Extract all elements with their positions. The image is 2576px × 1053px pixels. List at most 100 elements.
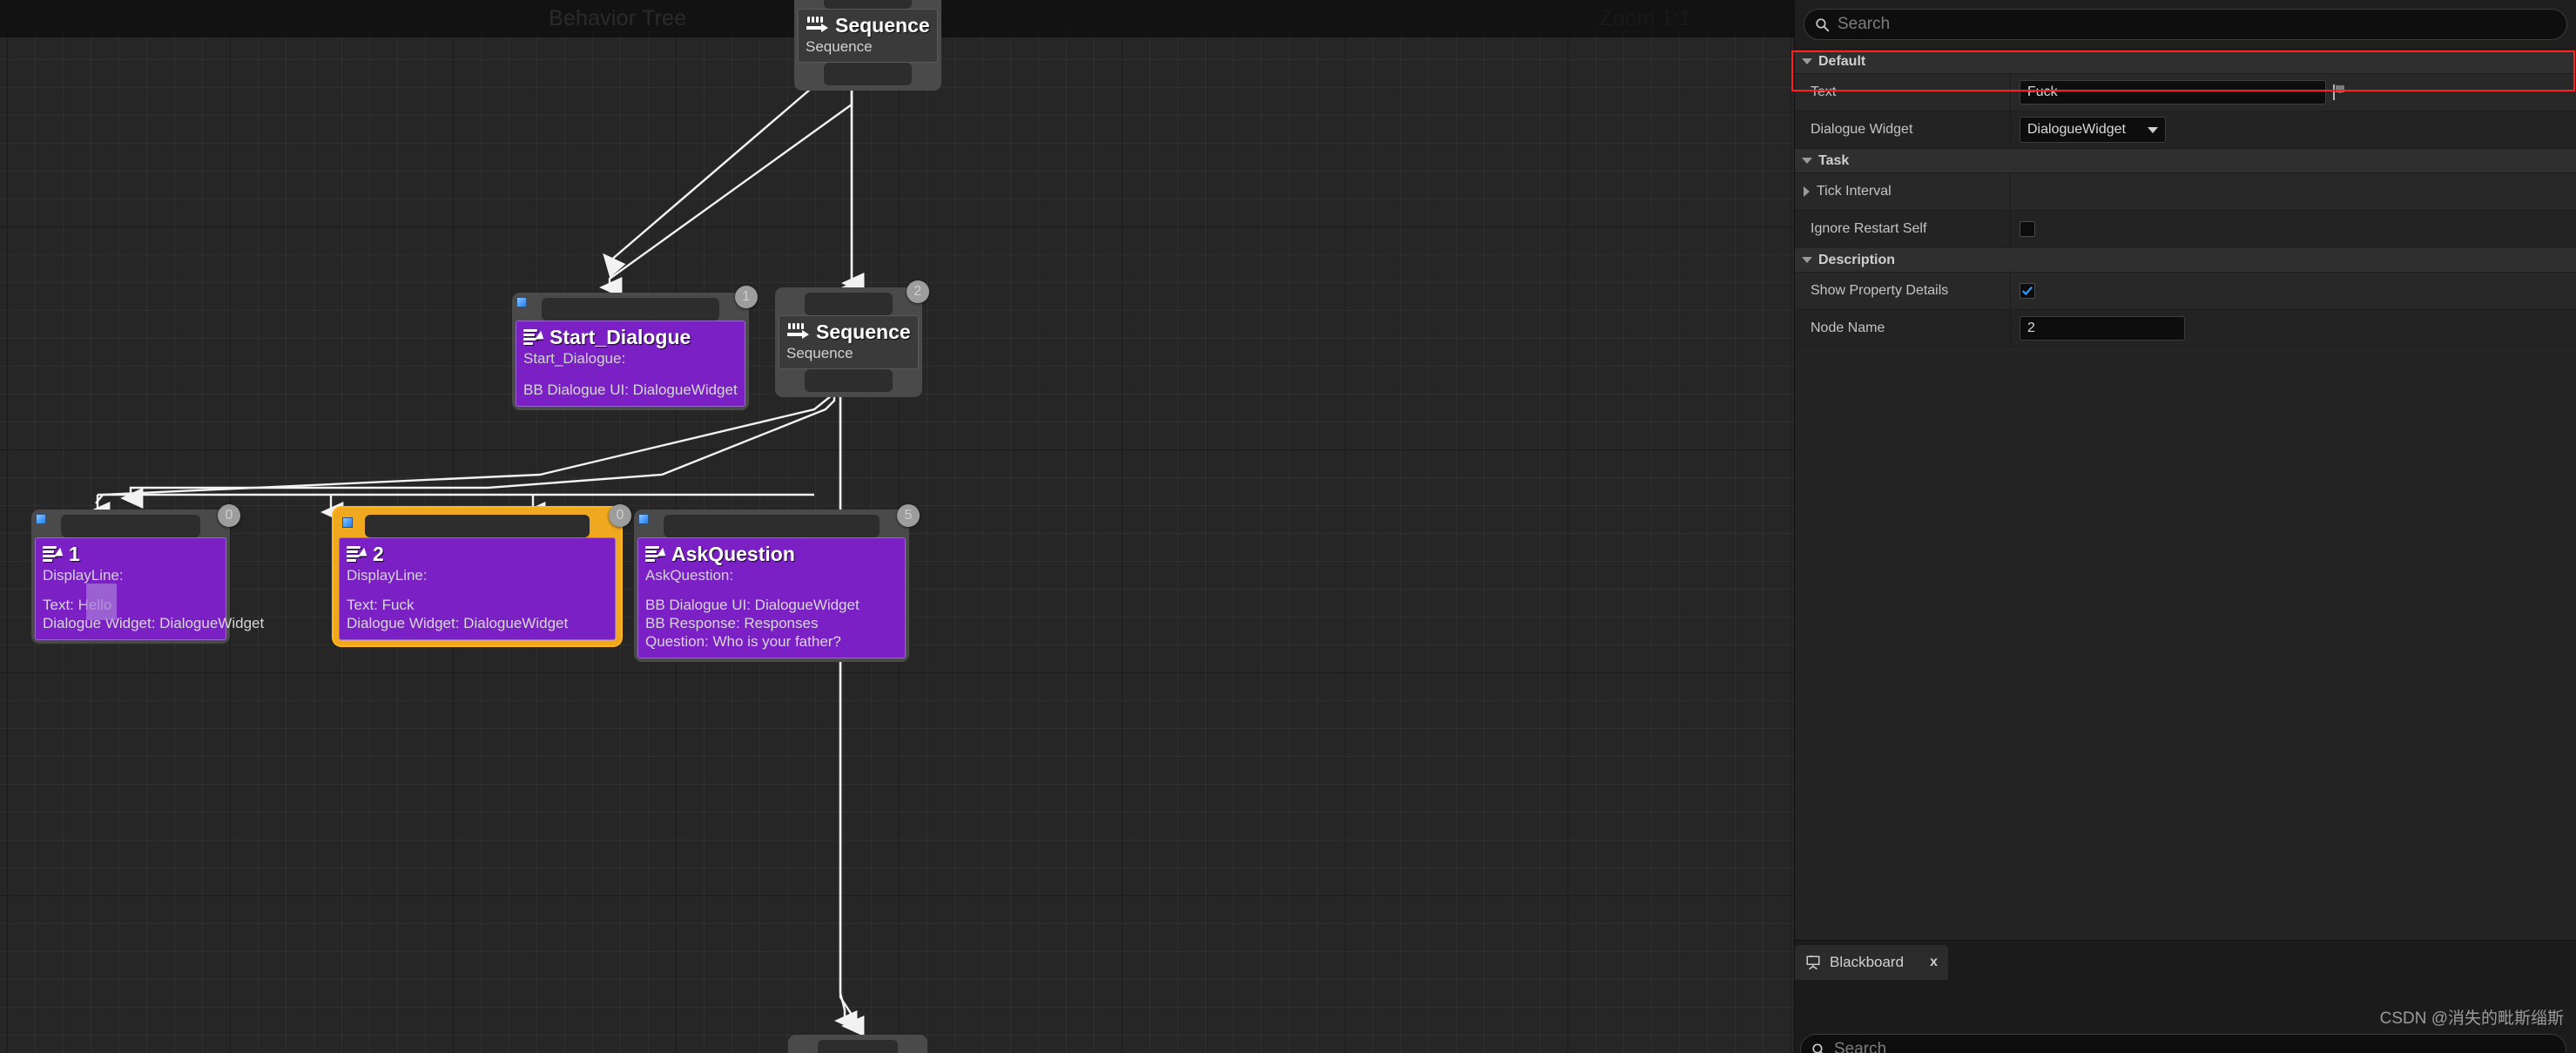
category-label: Task — [1818, 152, 1850, 168]
node-properties: Text: Fuck Dialogue Widget: DialogueWidg… — [347, 597, 608, 632]
chevron-down-icon — [1802, 58, 1812, 64]
tab-blackboard[interactable]: Blackboard x — [1795, 945, 1948, 980]
node-offscreen-bottom[interactable] — [788, 1035, 927, 1053]
node-name-field[interactable]: 2 — [2020, 316, 2185, 341]
blackboard-dock: Blackboard x Search — [1795, 940, 2576, 1053]
node-input-port[interactable] — [542, 298, 719, 321]
property-value: Fuck — [2011, 74, 2576, 111]
sequence-icon — [806, 17, 828, 34]
behavior-tree-graph-canvas[interactable]: Behavior Tree Zoom 1:1 — [0, 0, 1794, 1053]
chevron-down-icon — [1802, 158, 1812, 164]
property-label: Tick Interval — [1817, 184, 1892, 199]
node-title: Sequence — [816, 321, 911, 343]
node-body[interactable]: Sequence Sequence — [798, 9, 938, 64]
node-output-port[interactable] — [805, 369, 893, 393]
flag-icon[interactable] — [2331, 84, 2347, 101]
dialogue-widget-dropdown[interactable]: DialogueWidget — [2020, 117, 2166, 143]
node-property-line: BB Response: Responses — [645, 615, 819, 632]
floating-sequence-node[interactable]: Sequence Sequence — [794, 0, 941, 91]
category-header-description[interactable]: Description — [1795, 248, 2576, 273]
search-icon — [1816, 17, 1830, 31]
node-sequence-mid[interactable]: 2 Sequence Sequence — [775, 280, 929, 398]
node-display-line-1[interactable]: 0 1 DisplayLine: Text: Hello Dialogue Wi… — [31, 504, 264, 644]
category-label: Default — [1818, 53, 1866, 69]
details-panel: Search Default Text Fuck Dialogue Widget… — [1791, 0, 2576, 1053]
node-display-line-2[interactable]: 0 2 DisplayLine: Text: Fuck Dialogue Wid… — [334, 504, 631, 645]
behavior-tree-editor: Behavior Tree Zoom 1:1 — [0, 0, 2576, 1053]
node-property-line: BB Dialogue UI: DialogueWidget — [645, 597, 860, 614]
node-input-port[interactable] — [818, 1040, 898, 1053]
property-rows: Default Text Fuck Dialogue Widget Dialog… — [1795, 50, 2576, 348]
category-header-task[interactable]: Task — [1795, 149, 2576, 173]
node-shell-selected[interactable]: 2 DisplayLine: Text: Fuck Dialogue Widge… — [334, 508, 621, 645]
search-placeholder: Search — [1838, 15, 1891, 33]
task-icon — [523, 328, 547, 346]
node-title: Sequence — [835, 14, 930, 37]
node-title: 1 — [69, 543, 80, 565]
text-field[interactable]: Fuck — [2020, 80, 2326, 105]
property-label-wrap[interactable]: Tick Interval — [1795, 173, 2011, 210]
node-index-badge: 5 — [897, 504, 920, 527]
property-label: Node Name — [1795, 310, 2011, 347]
node-shell[interactable]: Sequence Sequence — [794, 0, 941, 91]
node-ask-question[interactable]: 5 AskQuestion AskQuestion: BB Dialogue U… — [634, 504, 920, 662]
search-icon — [1812, 1043, 1824, 1053]
node-shell[interactable]: Start_Dialogue Start_Dialogue: BB Dialog… — [512, 293, 749, 411]
node-start-dialogue[interactable]: 1 Start_Dialogue Start_Dialogue: BB Dial… — [512, 286, 758, 411]
category-header-default[interactable]: Default — [1795, 50, 2576, 74]
node-body[interactable]: AskQuestion AskQuestion: BB Dialogue UI:… — [637, 537, 906, 658]
close-icon[interactable]: x — [1930, 955, 1938, 970]
node-input-port[interactable] — [664, 515, 880, 537]
node-input-port[interactable] — [61, 515, 200, 537]
chevron-down-icon — [2148, 126, 2158, 133]
node-input-port[interactable] — [805, 293, 893, 315]
property-value — [2011, 273, 2576, 309]
property-value — [2011, 173, 2576, 210]
property-row-show-property-details: Show Property Details — [1795, 273, 2576, 310]
property-label: Show Property Details — [1795, 273, 2011, 309]
blueprint-chip-icon — [36, 514, 46, 524]
property-row-tick-interval: Tick Interval — [1795, 173, 2576, 211]
dropdown-value: DialogueWidget — [2027, 122, 2126, 137]
node-property-line: BB Dialogue UI: DialogueWidget — [523, 381, 738, 399]
text-selection-highlight — [86, 584, 117, 620]
search-input[interactable]: Search — [1804, 9, 2567, 40]
node-shell[interactable]: AskQuestion AskQuestion: BB Dialogue UI:… — [634, 510, 909, 662]
task-icon — [43, 545, 66, 563]
details-search-bar: Search — [1795, 0, 2576, 50]
tab-label: Blackboard — [1830, 954, 1905, 970]
property-row-dialogue-widget: Dialogue Widget DialogueWidget — [1795, 111, 2576, 149]
node-output-port[interactable] — [824, 63, 912, 86]
node-subtitle: DisplayLine: — [43, 567, 124, 584]
node-index-badge: 1 — [734, 286, 758, 308]
node-shell[interactable] — [788, 1035, 927, 1053]
task-icon — [645, 545, 669, 563]
node-input-port[interactable] — [824, 0, 912, 9]
blackboard-search-input[interactable]: Search — [1800, 1034, 2566, 1053]
node-shell[interactable]: Sequence Sequence — [775, 287, 922, 398]
ignore-restart-self-checkbox[interactable] — [2020, 221, 2035, 237]
node-index-badge: 2 — [906, 280, 929, 303]
search-placeholder: Search — [1834, 1040, 1887, 1053]
node-title: 2 — [373, 543, 384, 565]
blueprint-chip-icon — [342, 517, 353, 528]
property-row-text: Text Fuck — [1795, 74, 2576, 111]
property-value — [2011, 211, 2576, 247]
node-shell[interactable]: 1 DisplayLine: Text: Hello Dialogue Widg… — [31, 510, 264, 644]
node-index-badge: 0 — [218, 504, 240, 527]
node-body[interactable]: 2 DisplayLine: Text: Fuck Dialogue Widge… — [339, 537, 616, 640]
node-subtitle: Sequence — [786, 345, 853, 362]
property-row-node-name: Node Name 2 — [1795, 310, 2576, 348]
node-body[interactable]: 1 DisplayLine: Text: Hello Dialogue Widg… — [35, 537, 264, 640]
chevron-right-icon[interactable] — [1804, 186, 1810, 197]
node-property-line: Dialogue Widget: DialogueWidget — [347, 615, 569, 632]
property-value: DialogueWidget — [2011, 111, 2576, 148]
node-input-port[interactable] — [365, 515, 590, 537]
show-property-details-checkbox[interactable] — [2020, 283, 2035, 299]
node-property-line: Text: Hello — [43, 597, 112, 614]
node-subtitle: DisplayLine: — [347, 567, 428, 584]
property-row-ignore-restart-self: Ignore Restart Self — [1795, 211, 2576, 248]
node-title: Start_Dialogue — [550, 326, 691, 348]
node-body[interactable]: Sequence Sequence — [779, 315, 919, 370]
node-body[interactable]: Start_Dialogue Start_Dialogue: BB Dialog… — [516, 321, 745, 408]
